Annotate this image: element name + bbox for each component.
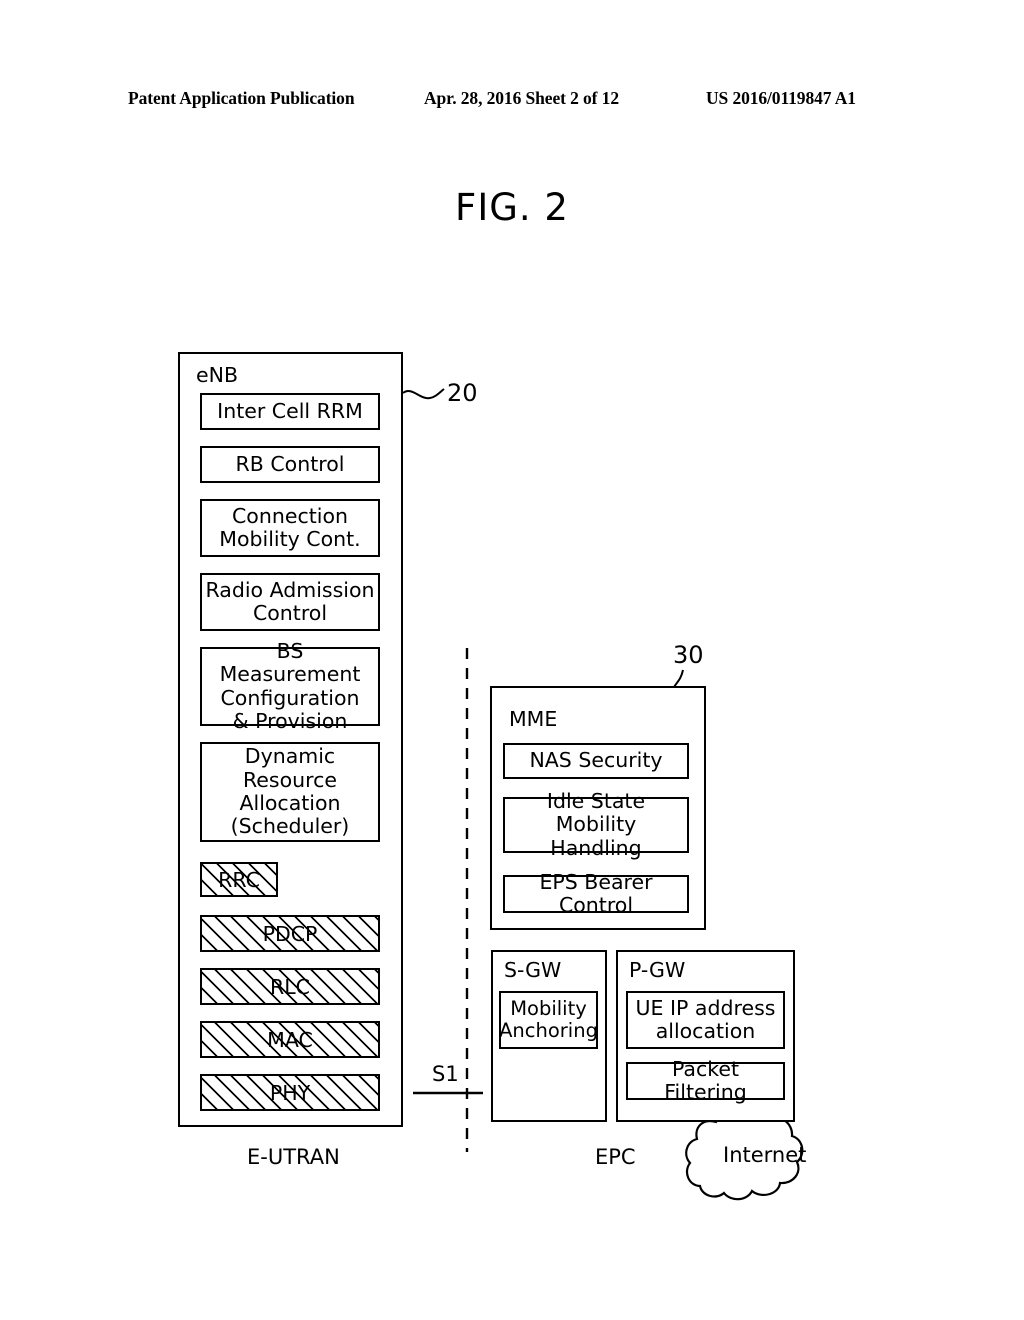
mme-function-label: Idle State Mobility Handling bbox=[546, 788, 646, 860]
s1-interface-label: S1 bbox=[432, 1062, 459, 1086]
enb-layer-label: MAC bbox=[267, 1027, 313, 1052]
pgw-function-label: Packet Filtering bbox=[664, 1056, 747, 1104]
lead-line-20 bbox=[402, 388, 445, 400]
enb-function-bs-measurement-configuration: BS Measurement Configuration & Provision bbox=[200, 639, 380, 733]
enb-layer-rrc: RRC bbox=[200, 862, 278, 897]
caption-epc: EPC bbox=[595, 1145, 636, 1169]
enb-label: eNB bbox=[196, 363, 239, 387]
sgw-function-mobility-anchoring: Mobility Anchoring bbox=[499, 991, 598, 1049]
enb-function-label: Radio Admission Control bbox=[205, 577, 375, 625]
pgw-function-ue-ip-address-allocation: UE IP address allocation bbox=[626, 991, 785, 1049]
enb-function-rb-control: RB Control bbox=[200, 446, 380, 483]
mme-function-idle-state-mobility-handling: Idle State Mobility Handling bbox=[503, 789, 689, 859]
enb-function-label: RB Control bbox=[235, 451, 345, 476]
enb-layer-label: RLC bbox=[270, 974, 310, 999]
enb-layer-label: RRC bbox=[218, 867, 260, 892]
patent-figure-page: Patent Application Publication Apr. 28, … bbox=[0, 0, 1024, 1320]
enb-function-label: BS Measurement Configuration & Provision bbox=[219, 638, 361, 733]
header-patent-number: US 2016/0119847 A1 bbox=[706, 88, 856, 108]
enb-function-label: Dynamic Resource Allocation (Scheduler) bbox=[230, 744, 350, 839]
mme-function-nas-security: NAS Security bbox=[503, 743, 689, 779]
page-header: Patent Application Publication Apr. 28, … bbox=[0, 88, 1024, 114]
pgw-label: P-GW bbox=[629, 958, 686, 982]
enb-function-inter-cell-rrm: Inter Cell RRM bbox=[200, 393, 380, 430]
enb-layer-label: PDCP bbox=[262, 921, 318, 946]
mme-function-eps-bearer-control: EPS Bearer Control bbox=[503, 870, 689, 917]
enb-function-label: Connection Mobility Cont. bbox=[219, 503, 361, 551]
reference-numeral-30: 30 bbox=[673, 641, 704, 669]
header-date-sheet-text: Apr. 28, 2016 Sheet 2 of 12 bbox=[424, 88, 619, 108]
internet-cloud-label: Internet bbox=[723, 1143, 807, 1167]
pgw-function-packet-filtering: Packet Filtering bbox=[626, 1057, 785, 1104]
figure-title: FIG. 2 bbox=[455, 186, 569, 229]
enb-layer-pdcp: PDCP bbox=[200, 915, 380, 952]
enb-function-label: Inter Cell RRM bbox=[217, 398, 363, 423]
enb-function-radio-admission-control: Radio Admission Control bbox=[200, 573, 380, 631]
pgw-function-label: UE IP address allocation bbox=[635, 995, 776, 1043]
sgw-label: S-GW bbox=[504, 958, 562, 982]
enb-layer-rlc: RLC bbox=[200, 968, 380, 1005]
lead-line-30 bbox=[673, 669, 684, 688]
mme-function-label: NAS Security bbox=[529, 748, 663, 773]
enb-layer-mac: MAC bbox=[200, 1021, 380, 1058]
enb-layer-label: PHY bbox=[269, 1080, 311, 1105]
enb-function-dynamic-resource-allocation: Dynamic Resource Allocation (Scheduler) bbox=[200, 742, 380, 842]
mme-function-label: EPS Bearer Control bbox=[539, 869, 653, 917]
header-publication-text: Patent Application Publication bbox=[128, 88, 355, 108]
enb-layer-phy: PHY bbox=[200, 1074, 380, 1111]
reference-numeral-20: 20 bbox=[447, 379, 478, 407]
enb-function-connection-mobility-cont: Connection Mobility Cont. bbox=[200, 499, 380, 557]
sgw-function-label: Mobility Anchoring bbox=[499, 996, 598, 1042]
caption-e-utran: E-UTRAN bbox=[247, 1145, 340, 1169]
mme-label: MME bbox=[509, 707, 558, 731]
